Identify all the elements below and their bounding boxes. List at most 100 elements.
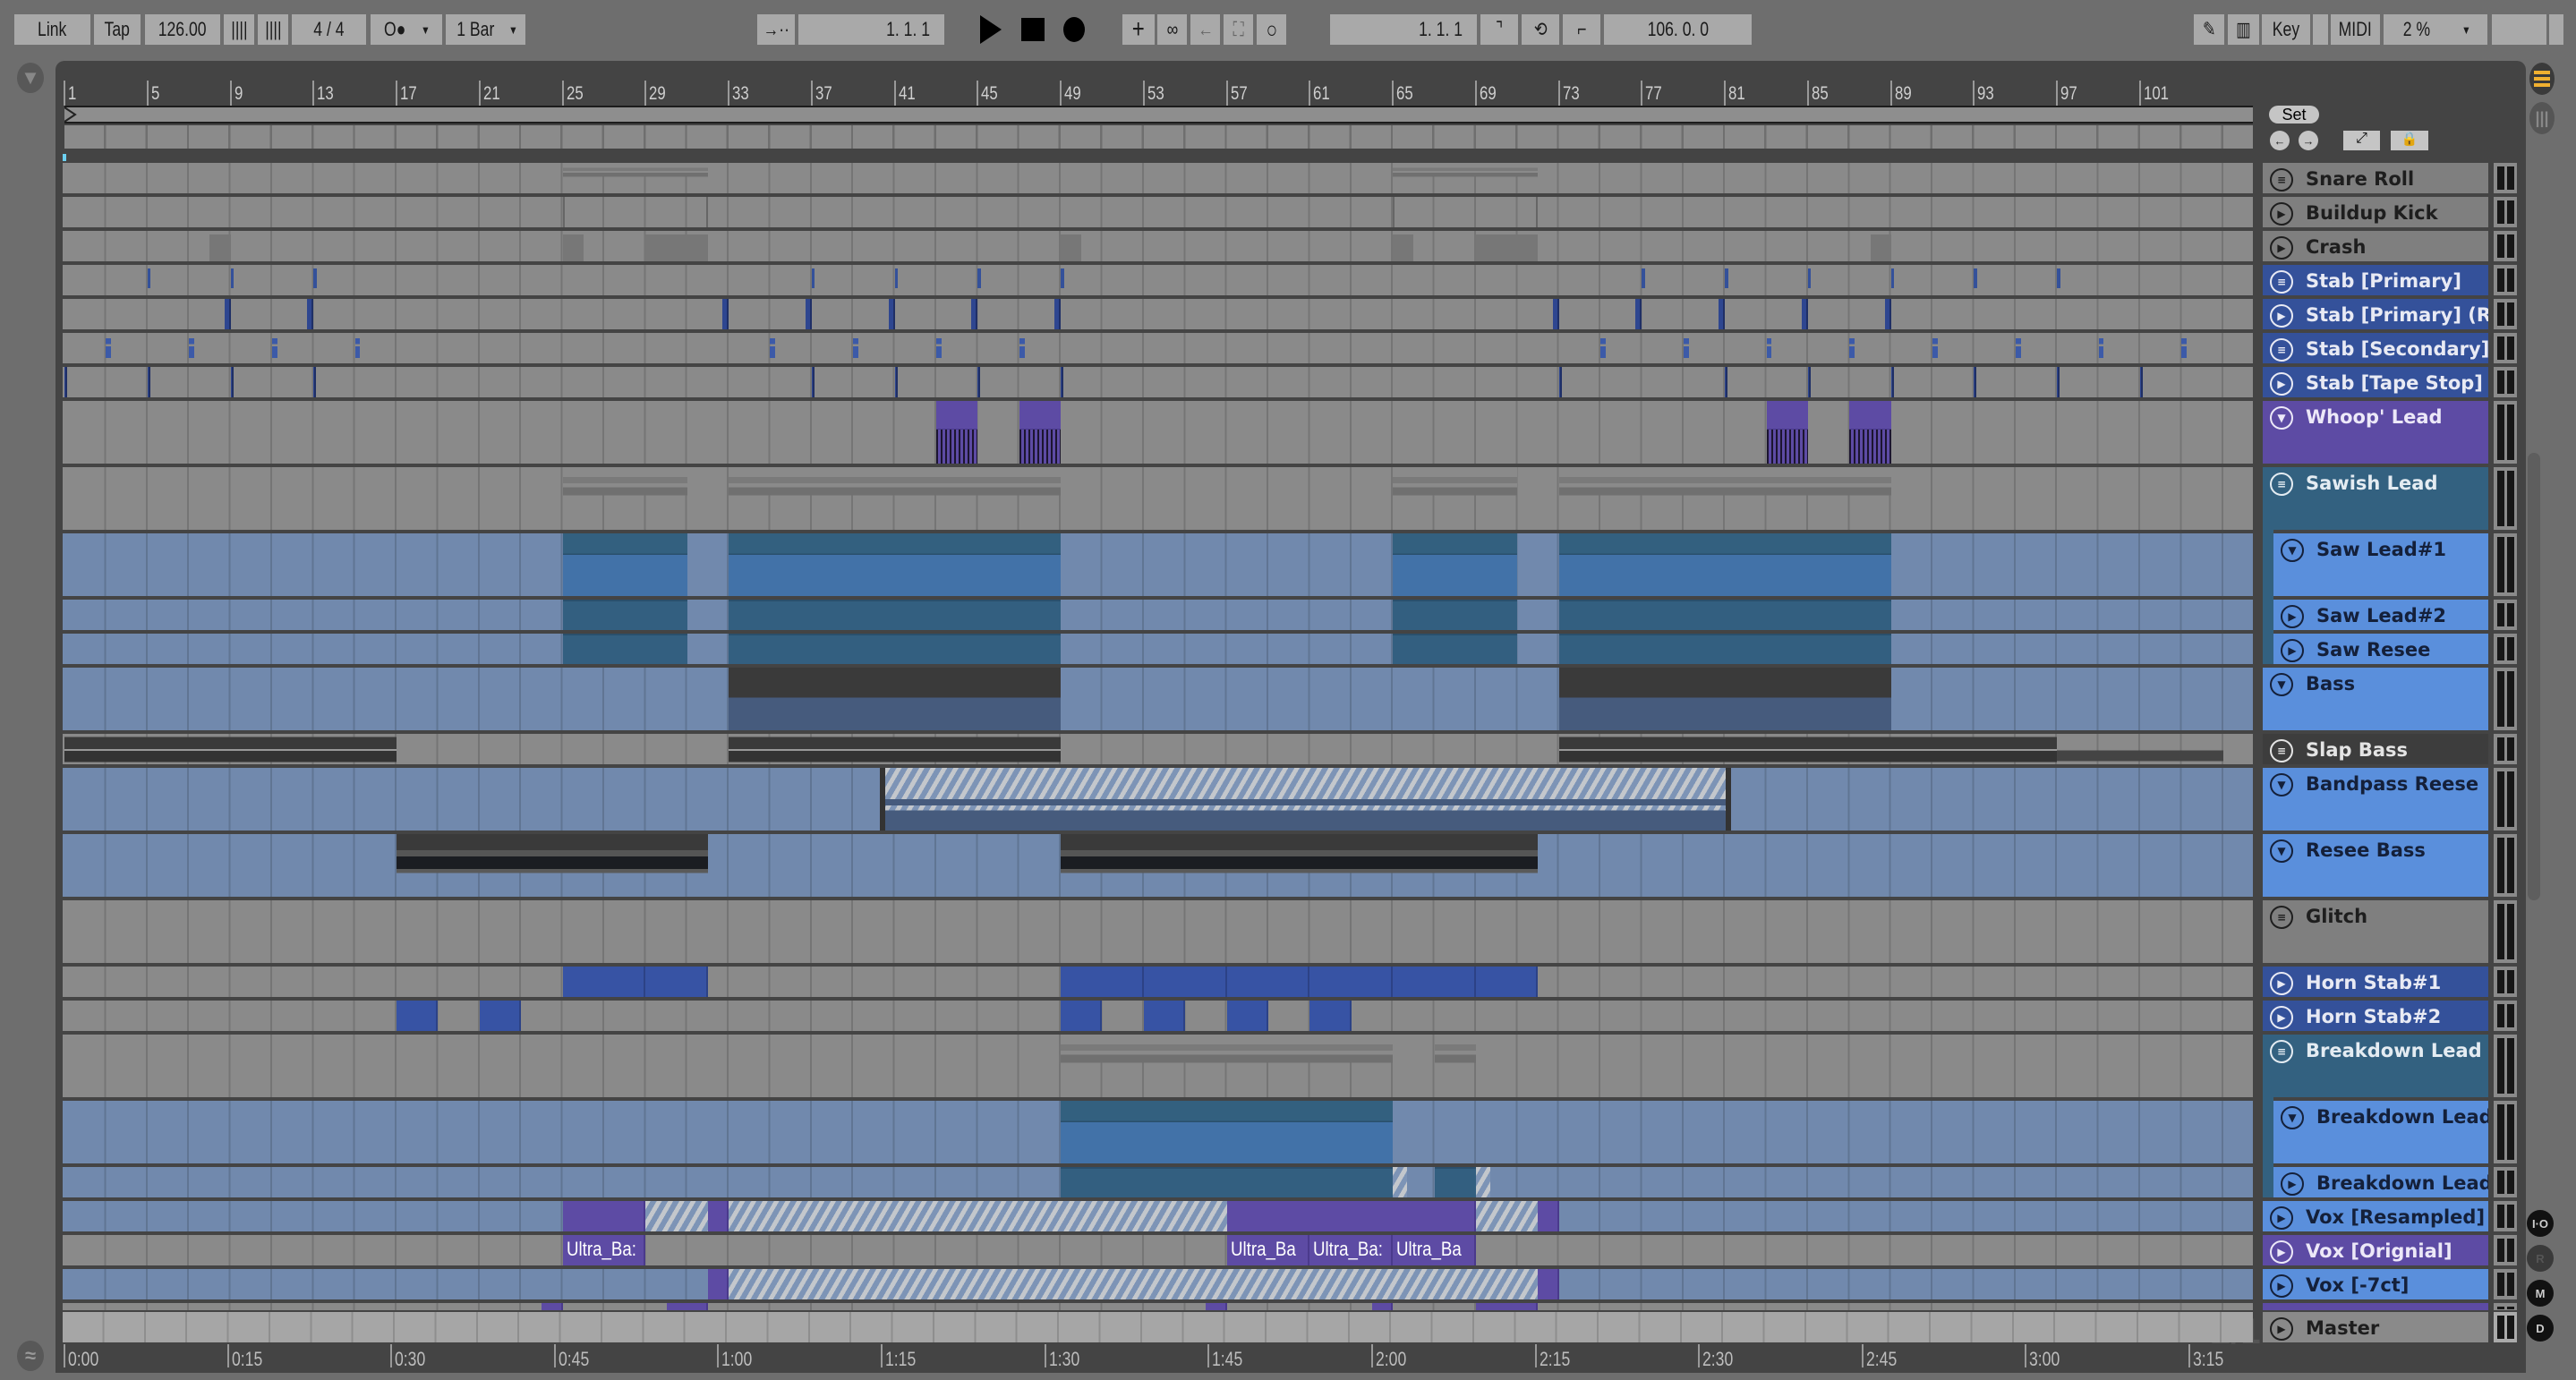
- track-header[interactable]: ▼ Breakdown Lead#1: [2273, 1101, 2488, 1163]
- midi-map-button[interactable]: MIDI: [2331, 14, 2380, 45]
- clip[interactable]: [562, 467, 646, 530]
- loop-length-field[interactable]: 106. 0. 0: [1604, 14, 1752, 45]
- clip[interactable]: [2057, 367, 2060, 397]
- track-lane[interactable]: [63, 600, 2253, 630]
- clip[interactable]: [645, 1201, 708, 1231]
- clip[interactable]: [1890, 367, 1894, 397]
- clip[interactable]: [1558, 734, 2058, 764]
- time-signature-field[interactable]: 4 / 4: [292, 14, 366, 45]
- clip[interactable]: [729, 634, 1062, 664]
- clip[interactable]: [1393, 197, 1539, 227]
- nudge-up-button[interactable]: ||||: [258, 14, 288, 45]
- clip[interactable]: [354, 338, 361, 358]
- clip[interactable]: [209, 234, 231, 261]
- clip[interactable]: [707, 1269, 729, 1299]
- clip[interactable]: [729, 734, 1062, 764]
- draw-mode-button[interactable]: ✎: [2194, 14, 2224, 45]
- track-lane[interactable]: Ultra_Ba: Ultra_Ba Ultra_Ba: Ultra_Ba: [63, 1235, 2253, 1265]
- clip[interactable]: [1558, 367, 1562, 397]
- tempo-field[interactable]: 126.00: [145, 14, 220, 45]
- track-lane[interactable]: [63, 1101, 2253, 1163]
- song-position-field[interactable]: 1. 1. 1: [798, 14, 944, 45]
- clip[interactable]: [189, 338, 194, 358]
- fold-icon[interactable]: ▼: [2270, 406, 2293, 430]
- track-header[interactable]: [2263, 1303, 2488, 1310]
- group-icon[interactable]: ≡: [2270, 473, 2293, 496]
- play-icon[interactable]: ▶: [2270, 1006, 2293, 1029]
- fold-icon[interactable]: ▼: [2270, 839, 2293, 863]
- track-header[interactable]: ▶ Crash: [2263, 231, 2488, 261]
- stop-button[interactable]: [1020, 14, 1045, 45]
- prev-locator-button[interactable]: ←: [2270, 131, 2290, 150]
- clip[interactable]: [729, 467, 1062, 530]
- fold-icon[interactable]: ▼: [2281, 1106, 2304, 1129]
- track-header[interactable]: ▼ Whoop' Lead: [2263, 401, 2488, 464]
- clip[interactable]: [1475, 1167, 1491, 1197]
- play-icon[interactable]: ▶: [2281, 605, 2304, 628]
- list-icon[interactable]: ≡: [2270, 906, 2293, 929]
- clip[interactable]: [722, 299, 729, 329]
- clip[interactable]: [645, 533, 687, 596]
- clip[interactable]: [562, 197, 708, 227]
- back-to-arrangement-button[interactable]: ←: [1190, 14, 1220, 45]
- track-header[interactable]: ▶ Saw Resee: [2273, 634, 2488, 664]
- group-icon[interactable]: ≡: [2270, 1040, 2293, 1063]
- clip[interactable]: [729, 668, 1062, 730]
- clip[interactable]: [1206, 1303, 1227, 1310]
- clip[interactable]: [645, 600, 687, 630]
- clip[interactable]: [805, 299, 812, 329]
- side-toggle-button[interactable]: D: [2527, 1315, 2554, 1342]
- track-lane[interactable]: [63, 634, 2253, 664]
- clip[interactable]: [1309, 967, 1394, 997]
- clip[interactable]: [729, 1269, 1539, 1299]
- clip[interactable]: [729, 533, 1062, 596]
- clip[interactable]: [935, 338, 942, 358]
- clip[interactable]: [1766, 401, 1808, 464]
- clip[interactable]: [645, 163, 708, 193]
- track-header[interactable]: ≡ Breakdown Lead: [2263, 1035, 2488, 1097]
- track-lane[interactable]: [63, 197, 2253, 227]
- clip[interactable]: [1558, 600, 1891, 630]
- clip[interactable]: [147, 268, 151, 288]
- clip[interactable]: [1226, 967, 1310, 997]
- clip[interactable]: Ultra_Ba:: [1309, 1235, 1394, 1265]
- clip[interactable]: [1725, 367, 1728, 397]
- draw-envelope-button[interactable]: ⤢: [2343, 131, 2380, 150]
- clip[interactable]: [977, 268, 981, 288]
- track-header[interactable]: ▶ Buildup Kick: [2263, 197, 2488, 227]
- clip[interactable]: [894, 367, 898, 397]
- clip[interactable]: [894, 268, 899, 288]
- play-icon[interactable]: ▶: [2270, 1240, 2293, 1264]
- vertical-scrollbar[interactable]: [2528, 453, 2540, 900]
- track-header[interactable]: ≡ Stab [Primary]: [2263, 265, 2488, 295]
- clip[interactable]: [770, 338, 776, 358]
- clip[interactable]: [1600, 338, 1606, 358]
- track-lane[interactable]: [63, 533, 2253, 596]
- play-icon[interactable]: ▶: [2270, 1274, 2293, 1298]
- clip[interactable]: [1558, 533, 1891, 596]
- clip[interactable]: [313, 367, 317, 397]
- track-lane[interactable]: [63, 834, 2253, 897]
- clip[interactable]: [1061, 367, 1064, 397]
- clip[interactable]: [1434, 1167, 1476, 1197]
- track-lane[interactable]: [63, 1303, 2253, 1310]
- track-header[interactable]: ▶ Vox [Resampled]: [2263, 1201, 2488, 1231]
- track-header[interactable]: ▶ Stab [Tape Stop]: [2263, 367, 2488, 397]
- clip[interactable]: [1635, 299, 1642, 329]
- clip[interactable]: [479, 1001, 522, 1031]
- session-record-button[interactable]: ○: [1257, 14, 1286, 45]
- track-header[interactable]: ▼ Bass: [2263, 668, 2488, 730]
- clip[interactable]: [1434, 1035, 1476, 1097]
- play-icon[interactable]: ▶: [2270, 972, 2293, 995]
- clip[interactable]: [313, 268, 317, 288]
- clip[interactable]: [1061, 967, 1144, 997]
- track-lane[interactable]: [63, 1269, 2253, 1299]
- clip[interactable]: [397, 1001, 439, 1031]
- clip[interactable]: [562, 533, 646, 596]
- side-toggle-button[interactable]: I·O: [2527, 1210, 2554, 1237]
- clip[interactable]: [666, 1303, 708, 1310]
- clip[interactable]: [1558, 634, 1891, 664]
- clip[interactable]: [811, 367, 815, 397]
- clip[interactable]: [1558, 668, 1891, 730]
- clip[interactable]: [397, 834, 708, 897]
